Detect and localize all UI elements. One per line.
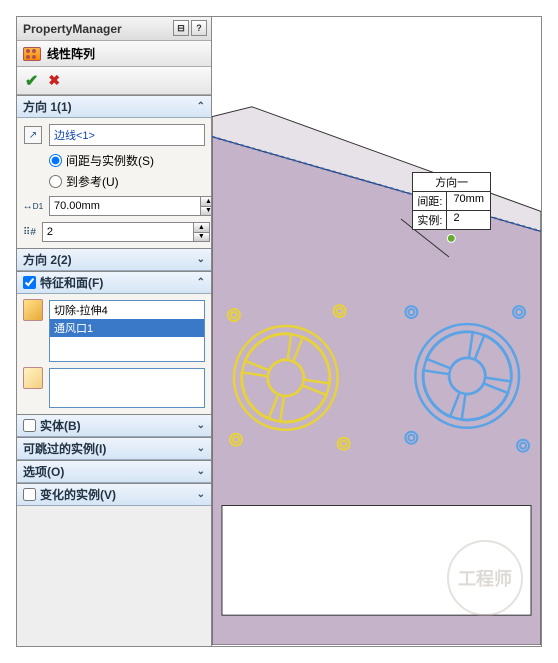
spacing-input[interactable] — [49, 196, 201, 216]
panel-header: PropertyManager ⊟ ? — [17, 17, 211, 41]
feature-cube-icon — [23, 299, 43, 321]
faces-listbox[interactable] — [49, 368, 205, 408]
ok-button[interactable]: ✔ — [25, 71, 38, 91]
direction1-edge-selection[interactable]: 边线<1> — [49, 124, 205, 146]
list-item[interactable]: 通风口1 — [50, 319, 204, 337]
section-vary-header[interactable]: 变化的实例(V) ⌄ — [17, 484, 211, 506]
count-input[interactable] — [42, 222, 194, 242]
section-skip-header[interactable]: 可跳过的实例(I) ⌄ — [17, 438, 211, 460]
features-listbox[interactable]: 切除-拉伸4 通风口1 — [49, 300, 205, 362]
feature-name: 线性阵列 — [47, 45, 95, 62]
action-row: ✔ ✖ — [17, 67, 211, 95]
reverse-direction-icon[interactable]: ↗ — [24, 126, 42, 144]
property-manager-panel: PropertyManager ⊟ ? 线性阵列 ✔ ✖ 方向 1(1) ⌃ ↗… — [17, 17, 212, 646]
help-icon[interactable]: ? — [191, 20, 207, 36]
count-down[interactable]: ▼ — [194, 233, 209, 242]
callout-count-value[interactable]: 2 — [447, 211, 483, 229]
collapse-icon: ⌃ — [197, 277, 205, 288]
expand-icon: ⌄ — [197, 254, 205, 265]
solids-checkbox[interactable] — [23, 419, 36, 432]
radio-spacing-instances[interactable]: 间距与实例数(S) — [49, 152, 205, 169]
graphics-viewport[interactable]: 方向一 间距: 70mm 实例: 2 工程师 — [212, 17, 541, 646]
callout-count-label: 实例: — [413, 211, 447, 229]
count-up[interactable]: ▲ — [194, 223, 209, 233]
collapse-icon: ⌃ — [197, 101, 205, 112]
callout-spacing-value[interactable]: 70mm — [447, 192, 490, 210]
section-direction1-header[interactable]: 方向 1(1) ⌃ — [17, 96, 211, 118]
callout-spacing-label: 间距: — [413, 192, 447, 210]
model-render — [212, 17, 541, 645]
linear-pattern-icon — [23, 47, 41, 61]
section-direction2-header[interactable]: 方向 2(2) ⌄ — [17, 249, 211, 271]
panel-title: PropertyManager — [23, 22, 122, 36]
spacing-down[interactable]: ▼ — [201, 207, 212, 216]
feature-title-bar: 线性阵列 — [17, 41, 211, 67]
spacing-up[interactable]: ▲ — [201, 197, 212, 207]
face-cube-icon — [23, 367, 43, 389]
features-checkbox[interactable] — [23, 276, 36, 289]
callout-title: 方向一 — [413, 173, 490, 192]
section-solids-header[interactable]: 实体(B) ⌄ — [17, 415, 211, 437]
vary-checkbox[interactable] — [23, 488, 36, 501]
section-options-header[interactable]: 选项(O) ⌄ — [17, 461, 211, 483]
spacing-icon: ↔D1 — [23, 201, 43, 212]
count-icon: ⠿# — [23, 227, 36, 238]
cancel-button[interactable]: ✖ — [48, 72, 60, 89]
pushpin-icon[interactable]: ⊟ — [173, 20, 189, 36]
section-features-header[interactable]: 特征和面(F) ⌃ — [17, 272, 211, 294]
list-item[interactable]: 切除-拉伸4 — [50, 301, 204, 319]
pattern-callout[interactable]: 方向一 间距: 70mm 实例: 2 — [412, 172, 491, 230]
radio-to-reference[interactable]: 到参考(U) — [49, 173, 205, 190]
